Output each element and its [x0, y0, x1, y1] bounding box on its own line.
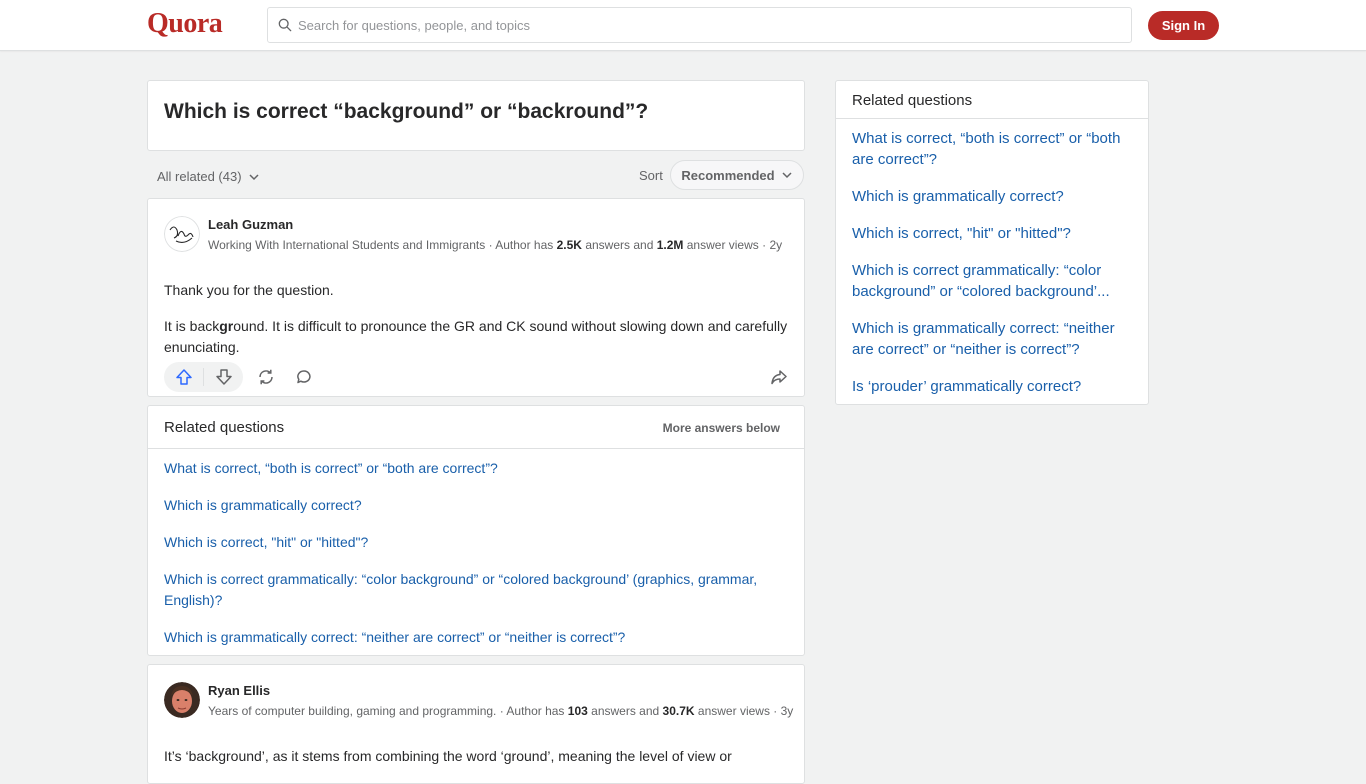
comment-icon [297, 370, 311, 384]
answer-text-part: It is back [164, 318, 220, 334]
answer-filter-bar: All related (43) Sort Recommended [147, 160, 805, 190]
views-count: 30.7K [662, 704, 695, 718]
sign-in-button[interactable]: Sign In [1148, 11, 1219, 40]
author-credentials: Working With International Students and … [208, 236, 798, 255]
signature-avatar-icon [164, 216, 200, 252]
answers-count: 103 [567, 704, 588, 718]
cred-text: Years of computer building, gaming and p… [208, 704, 565, 718]
related-question-link[interactable]: Which is grammatically correct? [164, 495, 362, 516]
sidebar-question-link[interactable]: Is ‘prouder’ grammatically correct? [852, 376, 1134, 397]
sort-label: Sort [639, 168, 663, 183]
question-title: Which is correct “background” or “backro… [164, 100, 649, 123]
share-button[interactable] [764, 362, 794, 392]
sort-value: Recommended [681, 167, 775, 183]
author-name[interactable]: Leah Guzman [208, 217, 293, 232]
sidebar-question-link[interactable]: Which is correct grammatically: “color b… [852, 260, 1134, 302]
answer-text-part: ound. It is difficult to pronounce the G… [164, 318, 788, 355]
answer-text-bold: gr [219, 318, 234, 334]
author-credentials: Years of computer building, gaming and p… [208, 702, 798, 721]
sort-dropdown[interactable]: Recommended [670, 160, 804, 190]
upvote-icon [175, 369, 192, 385]
search-icon [278, 18, 292, 32]
repost-icon [259, 369, 273, 385]
answer-actions [164, 362, 794, 392]
top-header: Quora Sign In [0, 0, 1366, 51]
quora-logo[interactable]: Quora [147, 8, 223, 40]
answers-word: answers and [591, 704, 660, 718]
related-questions-header: Related questions More answers below [148, 406, 804, 449]
related-question-link[interactable]: Which is correct grammatically: “color b… [164, 569, 764, 611]
answer-paragraph: Thank you for the question. [164, 282, 334, 298]
related-question-link[interactable]: Which is grammatically correct: “neither… [164, 627, 625, 648]
sidebar-question-link[interactable]: Which is correct, "hit" or "hitted"? [852, 223, 1134, 244]
chevron-down-icon [782, 172, 792, 179]
search-box[interactable] [267, 7, 1132, 43]
search-input[interactable] [298, 17, 1098, 33]
question-card: Which is correct “background” or “backro… [147, 80, 805, 151]
sidebar-question-link[interactable]: What is correct, “both is correct” or “b… [852, 128, 1134, 170]
sidebar-question-link[interactable]: Which is grammatically correct: “neither… [852, 318, 1134, 360]
answer-card: Ryan Ellis Years of computer building, g… [147, 664, 805, 784]
sidebar-question-link[interactable]: Which is grammatically correct? [852, 186, 1134, 207]
share-repost-button[interactable] [251, 362, 281, 392]
sidebar-title: Related questions [852, 92, 973, 109]
answers-count: 2.5K [556, 238, 582, 252]
downvote-icon [215, 369, 232, 385]
cred-text: Working With International Students and … [208, 238, 554, 252]
answer-paragraph: It is background. It is difficult to pro… [164, 316, 794, 358]
share-arrow-icon [771, 370, 787, 385]
all-related-label: All related (43) [157, 169, 242, 184]
vote-pill [164, 362, 243, 392]
related-question-link[interactable]: Which is correct, "hit" or "hitted"? [164, 532, 368, 553]
sidebar-header: Related questions [836, 81, 1148, 119]
author-name[interactable]: Ryan Ellis [208, 683, 270, 698]
views-count: 1.2M [656, 238, 684, 252]
comment-button[interactable] [289, 362, 319, 392]
more-answers-below-link[interactable]: More answers below [663, 421, 780, 435]
chevron-down-icon [249, 173, 259, 180]
answers-word: answers and [585, 238, 654, 252]
all-related-dropdown[interactable]: All related (43) [157, 169, 260, 184]
views-word: answer views · 2y [686, 238, 783, 252]
related-questions-inline: Related questions More answers below Wha… [147, 405, 805, 656]
author-avatar[interactable] [164, 682, 200, 718]
answer-paragraph: It’s ‘background’, as it stems from comb… [164, 748, 732, 764]
upvote-button[interactable] [164, 362, 203, 392]
related-questions-title: Related questions [164, 419, 285, 436]
views-word: answer views · 3y [697, 704, 794, 718]
downvote-button[interactable] [204, 362, 243, 392]
related-question-link[interactable]: What is correct, “both is correct” or “b… [164, 458, 498, 479]
related-questions-sidebar: Related questions What is correct, “both… [835, 80, 1149, 405]
author-avatar[interactable] [164, 216, 200, 252]
profile-photo-icon [164, 682, 200, 718]
answer-card: Leah Guzman Working With International S… [147, 198, 805, 397]
